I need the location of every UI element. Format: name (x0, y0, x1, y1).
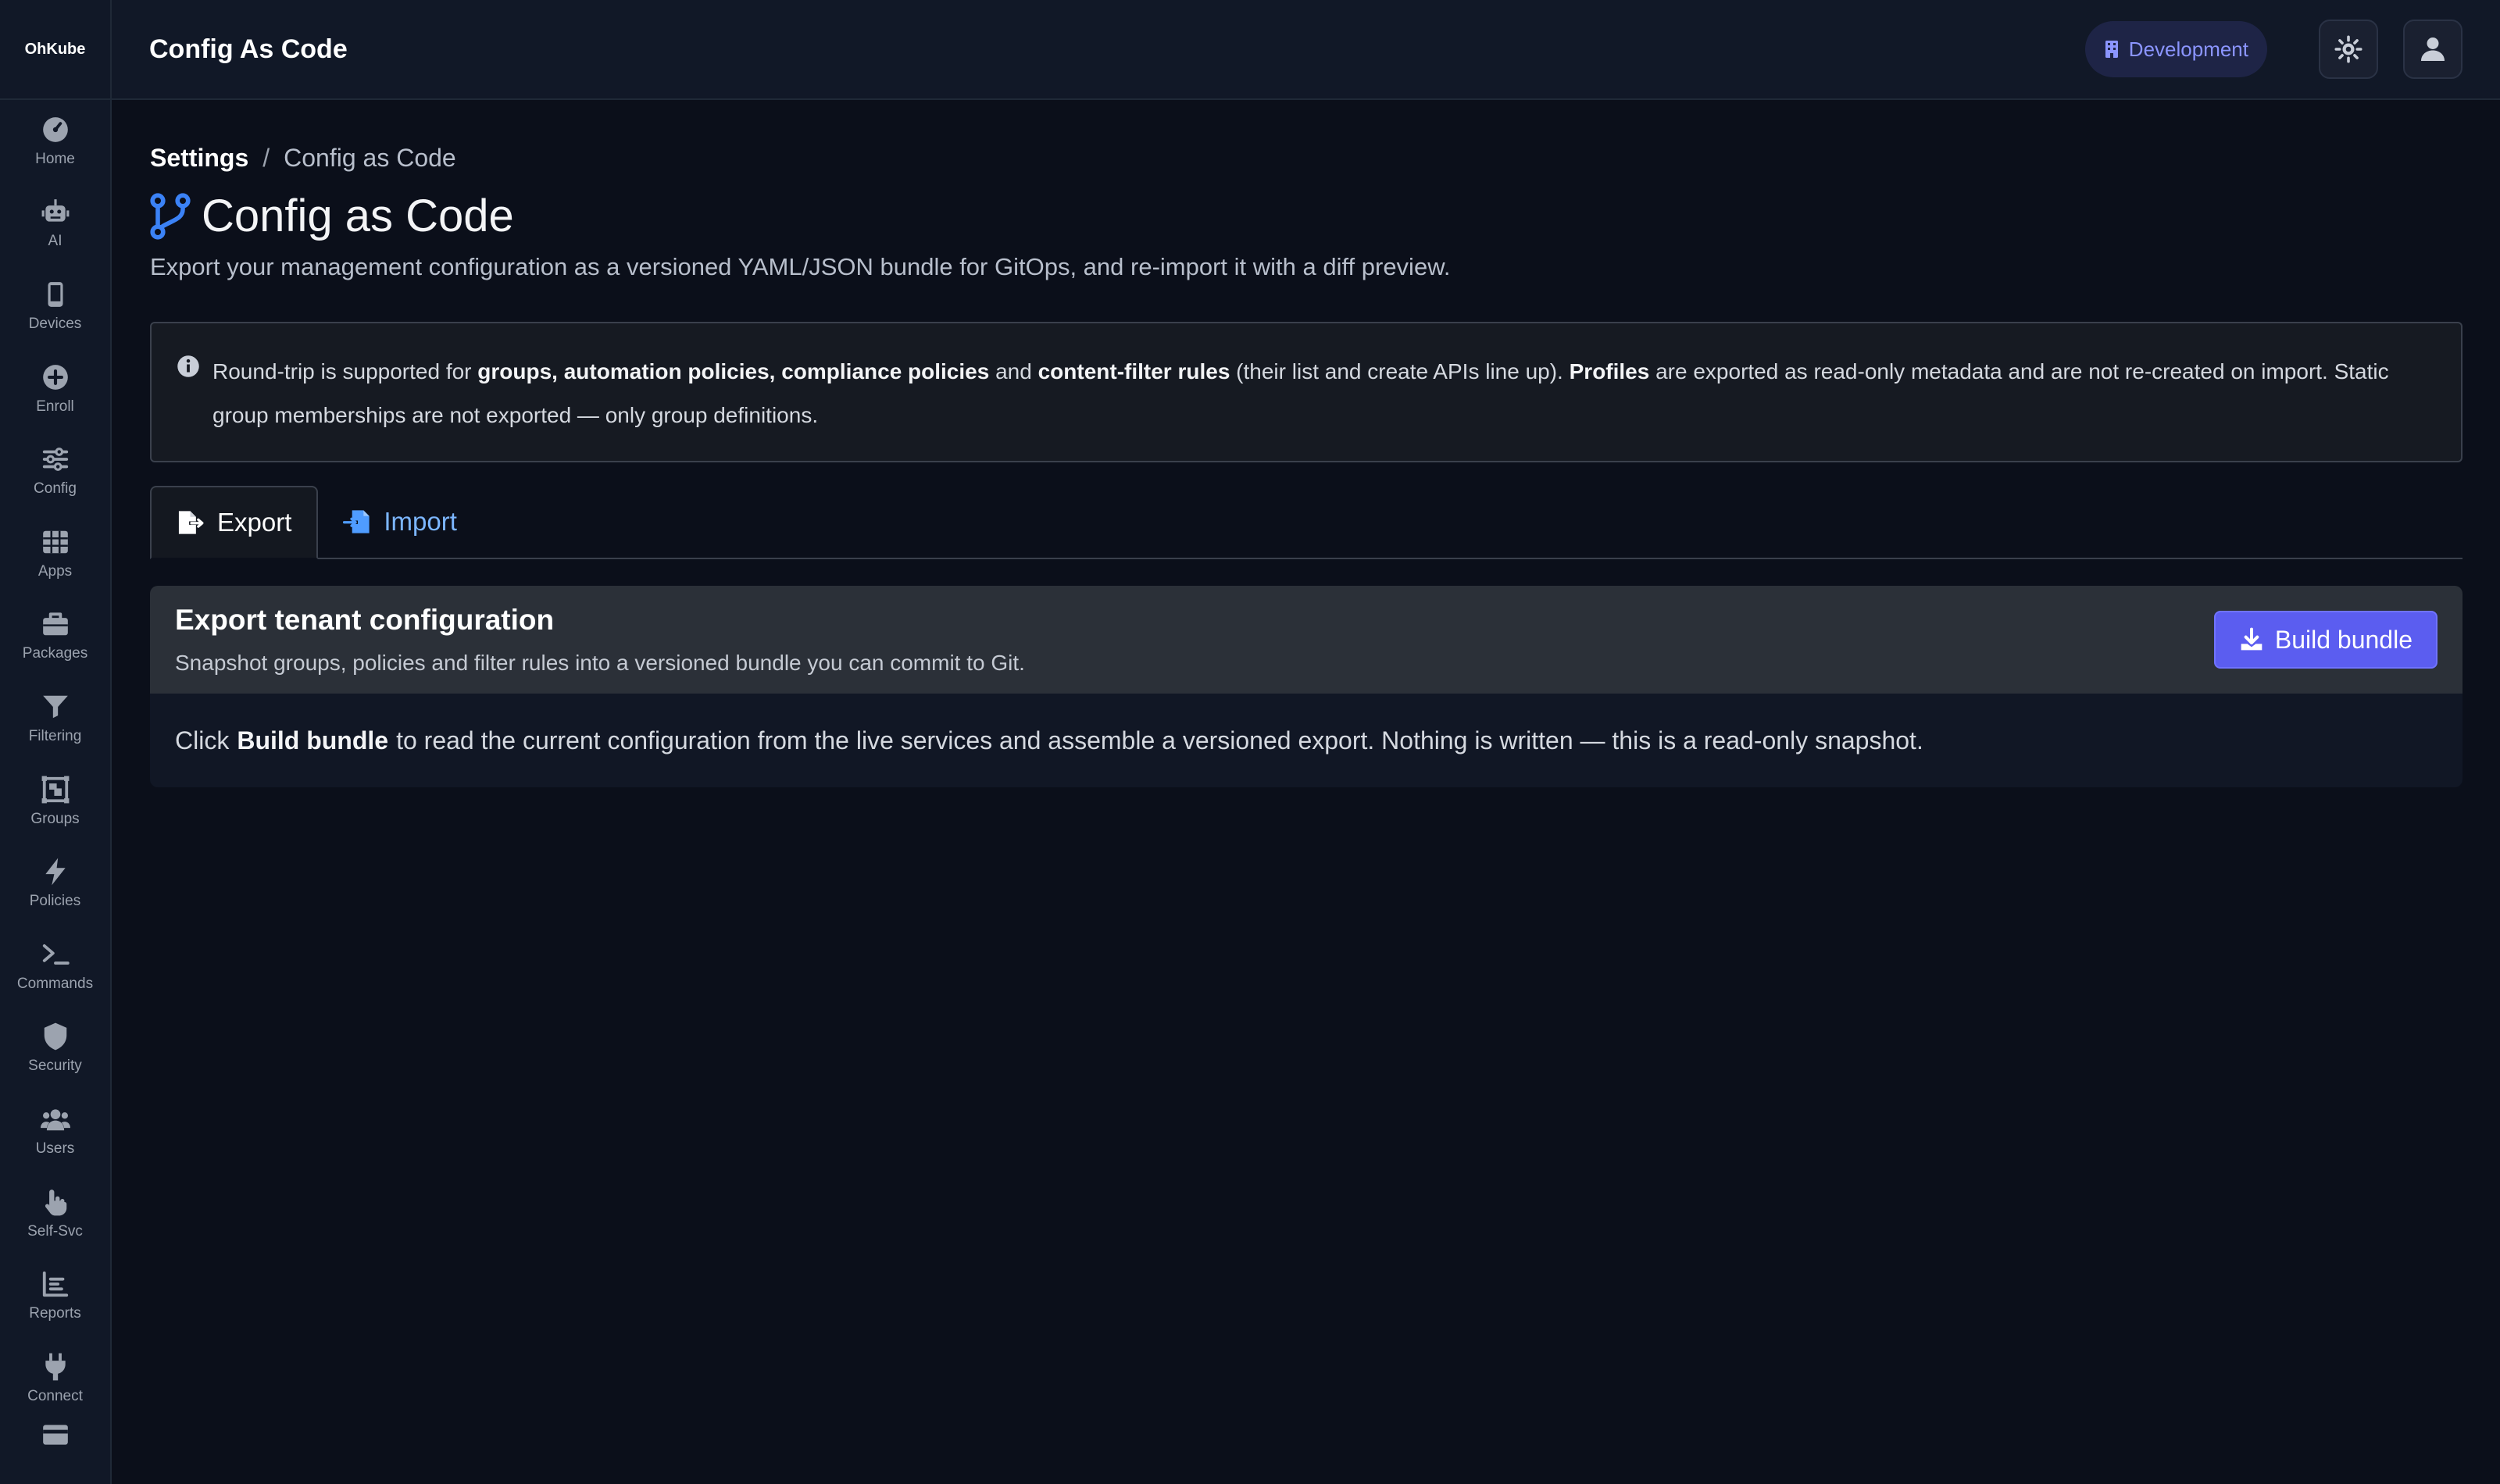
sidebar: OhKube Home AI Devices Enroll Config App… (0, 0, 112, 1484)
sidebar-item-policies[interactable]: Policies (0, 842, 110, 925)
environment-label: Development (2128, 37, 2248, 61)
bolt-icon (45, 858, 66, 886)
shield-icon (44, 1022, 66, 1051)
sidebar-item-more[interactable] (0, 1420, 110, 1467)
sidebar-item-packages[interactable]: Packages (0, 595, 110, 678)
sidebar-item-label: Users (35, 1140, 75, 1157)
plus-circle-icon (42, 364, 68, 390)
sidebar-item-ai[interactable]: AI (0, 183, 110, 266)
breadcrumb-current: Config as Code (284, 144, 456, 172)
sidebar-item-enroll[interactable]: Enroll (0, 348, 110, 430)
sidebar-item-security[interactable]: Security (0, 1008, 110, 1090)
tab-import-label: Import (384, 507, 457, 536)
sidebar-item-label: Filtering (28, 727, 82, 744)
body-text-suffix: to read the current configuration from t… (396, 726, 1923, 754)
build-bundle-label: Build bundle (2274, 625, 2412, 654)
hand-pointer-icon (45, 1189, 66, 1215)
user-menu-button[interactable] (2403, 20, 2462, 79)
info-alert: Round-trip is supported for groups, auto… (150, 322, 2462, 462)
breadcrumb-settings-link[interactable]: Settings (150, 144, 248, 173)
sidebar-item-reports[interactable]: Reports (0, 1254, 110, 1337)
sidebar-item-groups[interactable]: Groups (0, 760, 110, 843)
page-subtitle: Export your management configuration as … (150, 253, 1451, 280)
body-text-bold: Build bundle (237, 726, 389, 754)
robot-icon (41, 199, 69, 223)
sidebar-item-label: Config (34, 480, 77, 498)
tab-export-label: Export (217, 508, 292, 537)
filter-icon (42, 695, 68, 719)
tab-import[interactable]: Import (318, 486, 482, 558)
info-circle-icon (177, 355, 199, 377)
page-title: Config as Code (202, 191, 514, 241)
grid-icon (42, 530, 68, 554)
main-content: Settings / Config as Code Config as Code… (150, 100, 2462, 787)
build-bundle-button[interactable]: Build bundle (2213, 611, 2438, 669)
sidebar-item-self-svc[interactable]: Self-Svc (0, 1172, 110, 1255)
terminal-icon (42, 944, 70, 965)
breadcrumb-separator: / (262, 144, 270, 172)
sidebar-item-apps[interactable]: Apps (0, 512, 110, 595)
info-bold-1: groups, automation policies, compliance … (477, 359, 990, 383)
app-logo[interactable]: OhKube (0, 0, 110, 100)
object-group-icon (41, 776, 69, 803)
tab-export[interactable]: Export (150, 486, 319, 559)
sidebar-item-devices[interactable]: Devices (0, 265, 110, 348)
file-import-icon (343, 510, 370, 533)
sidebar-item-label: Policies (29, 893, 81, 910)
sun-icon (2334, 35, 2362, 63)
sidebar-item-label: Security (28, 1058, 82, 1075)
top-bar: Config As Code Development (112, 0, 2500, 100)
sidebar-item-label: AI (48, 233, 62, 250)
info-text-1: Round-trip is supported for (212, 359, 478, 383)
sidebar-item-label: Self-Svc (27, 1222, 83, 1240)
file-export-icon (178, 511, 204, 534)
sidebar-item-label: Apps (38, 562, 73, 580)
sidebar-item-home[interactable]: Home (0, 100, 110, 183)
sidebar-item-filtering[interactable]: Filtering (0, 677, 110, 760)
sidebar-item-label: Groups (30, 810, 80, 827)
plug-icon (45, 1353, 66, 1381)
export-card-title: Export tenant configuration (175, 604, 555, 636)
sidebar-item-label: Commands (16, 975, 94, 992)
info-bold-3: Profiles (1569, 359, 1650, 383)
sidebar-item-label: Packages (22, 645, 88, 662)
briefcase-icon (42, 612, 68, 636)
export-card: Export tenant configuration Snapshot gro… (150, 586, 2462, 787)
info-text-3: (their list and create APIs line up). (1230, 359, 1570, 383)
sliders-icon (42, 448, 68, 472)
info-text-2: and (989, 359, 1038, 383)
sidebar-item-label: Connect (27, 1387, 83, 1404)
download-icon (2241, 627, 2262, 651)
environment-badge[interactable]: Development (2084, 21, 2267, 77)
body-text-prefix: Click (175, 726, 230, 754)
code-branch-icon (150, 192, 191, 240)
export-card-description: Snapshot groups, policies and filter rul… (175, 651, 1025, 675)
sidebar-item-config[interactable]: Config (0, 430, 110, 512)
header-title: Config As Code (149, 34, 348, 64)
sidebar-item-label: Reports (29, 1305, 81, 1322)
sidebar-item-label: Enroll (36, 398, 74, 415)
users-icon (40, 1109, 70, 1131)
user-icon (2421, 37, 2445, 61)
breadcrumb: Settings / Config as Code (150, 144, 2462, 173)
theme-toggle-button[interactable] (2319, 20, 2378, 79)
sidebar-item-users[interactable]: Users (0, 1090, 110, 1172)
sidebar-item-connect[interactable]: Connect (0, 1337, 110, 1420)
info-bold-2: content-filter rules (1038, 359, 1230, 383)
credit-card-icon (42, 1424, 68, 1445)
mobile-icon (48, 282, 62, 307)
building-icon (2105, 41, 2118, 58)
sidebar-item-commands[interactable]: Commands (0, 925, 110, 1008)
sidebar-item-label: Home (35, 150, 75, 167)
sidebar-item-label: Devices (28, 315, 82, 332)
export-card-body: Click Build bundle to read the current c… (150, 694, 2462, 787)
gauge-icon (42, 116, 68, 142)
page-header: Config as Code (150, 190, 2462, 242)
export-card-header: Export tenant configuration Snapshot gro… (150, 586, 2462, 694)
tab-bar: Export Import (150, 486, 2462, 559)
chart-icon (42, 1271, 68, 1297)
